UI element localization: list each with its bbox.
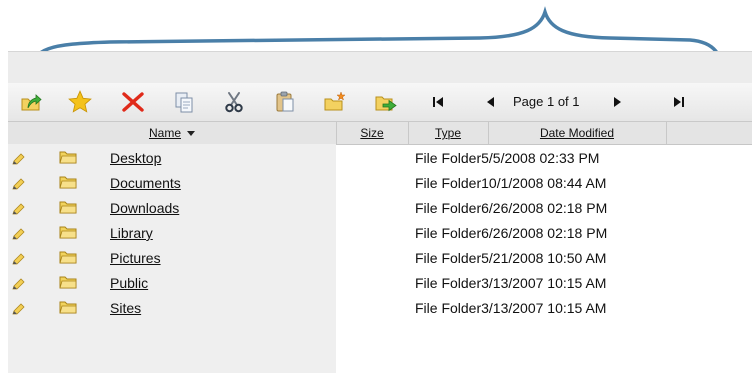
page-indicator: Page 1 of 1 <box>513 94 580 109</box>
file-row[interactable]: Public File Folder3/13/2007 10:15 AM <box>8 271 752 296</box>
file-name-link[interactable]: Desktop <box>110 150 161 166</box>
file-type-date: File Folder3/13/2007 10:15 AM <box>415 300 607 316</box>
folder-icon <box>59 174 77 194</box>
delete-x-icon <box>122 92 144 112</box>
folder-icon <box>59 199 77 219</box>
file-type-date: File Folder5/21/2008 10:50 AM <box>415 250 607 266</box>
file-row[interactable]: Documents File Folder10/1/2008 08:44 AM <box>8 171 752 196</box>
rename-pencil-icon[interactable] <box>12 152 26 170</box>
move-icon <box>375 96 397 112</box>
rename-pencil-icon[interactable] <box>12 227 26 245</box>
scissors-icon <box>225 92 243 113</box>
column-header-date-label: Date Modified <box>539 126 615 140</box>
folder-icon <box>59 299 77 319</box>
sort-descending-icon <box>187 131 195 137</box>
rename-pencil-icon[interactable] <box>12 177 26 195</box>
file-name-link[interactable]: Documents <box>110 175 181 191</box>
folder-icon <box>59 249 77 269</box>
rename-pencil-icon[interactable] <box>12 202 26 220</box>
file-type-date: File Folder6/26/2008 02:18 PM <box>415 200 608 216</box>
file-type-date: File Folder5/5/2008 02:33 PM <box>415 150 600 166</box>
file-list: Desktop File Folder5/5/2008 02:33 PM Doc… <box>8 146 752 321</box>
rename-pencil-icon[interactable] <box>12 277 26 295</box>
file-row[interactable]: Library File Folder6/26/2008 02:18 PM <box>8 221 752 246</box>
new-folder-button[interactable] <box>320 87 350 117</box>
column-header-row: Name Size Type Date Modified <box>8 122 752 145</box>
delete-button[interactable] <box>118 87 148 117</box>
column-header-type[interactable]: Type <box>408 122 489 144</box>
file-name-link[interactable]: Public <box>110 275 148 291</box>
file-name-link[interactable]: Downloads <box>110 200 179 216</box>
cut-button[interactable] <box>219 87 249 117</box>
move-button[interactable] <box>371 87 401 117</box>
star-icon <box>68 90 92 113</box>
last-page-icon <box>674 97 684 107</box>
first-page-button[interactable] <box>423 87 453 117</box>
prev-page-icon <box>487 97 494 107</box>
folder-up-button[interactable] <box>16 87 46 117</box>
copy-button[interactable] <box>169 87 199 117</box>
file-type-date: File Folder10/1/2008 08:44 AM <box>415 175 607 191</box>
rename-pencil-icon[interactable] <box>12 252 26 270</box>
new-folder-icon <box>324 91 346 111</box>
column-header-date-modified[interactable]: Date Modified <box>488 122 667 144</box>
file-row[interactable]: Downloads File Folder6/26/2008 02:18 PM <box>8 196 752 221</box>
prev-page-button[interactable] <box>475 87 505 117</box>
column-header-name[interactable]: Name <box>8 122 337 144</box>
file-type-date: File Folder3/13/2007 10:15 AM <box>415 275 607 291</box>
folder-icon <box>59 224 77 244</box>
file-name-link[interactable]: Sites <box>110 300 141 316</box>
rename-pencil-icon[interactable] <box>12 302 26 320</box>
paste-button[interactable] <box>270 87 300 117</box>
column-header-name-label: Name <box>148 126 181 140</box>
toolbar: Page 1 of 1 <box>8 83 752 122</box>
favorite-button[interactable] <box>65 87 95 117</box>
column-header-type-label: Type <box>434 126 461 140</box>
file-row[interactable]: Sites File Folder3/13/2007 10:15 AM <box>8 296 752 321</box>
copy-icon <box>175 92 193 113</box>
file-name-link[interactable]: Library <box>110 225 153 241</box>
next-page-icon <box>614 97 621 107</box>
file-name-link[interactable]: Pictures <box>110 250 161 266</box>
next-page-button[interactable] <box>603 87 633 117</box>
column-header-size[interactable]: Size <box>336 122 409 144</box>
file-type-date: File Folder6/26/2008 02:18 PM <box>415 225 608 241</box>
file-row[interactable]: Pictures File Folder5/21/2008 10:50 AM <box>8 246 752 271</box>
window-header <box>8 51 752 84</box>
paste-icon <box>276 91 294 112</box>
file-row[interactable]: Desktop File Folder5/5/2008 02:33 PM <box>8 146 752 171</box>
folder-icon <box>59 149 77 169</box>
column-header-size-label: Size <box>360 126 384 140</box>
last-page-button[interactable] <box>664 87 694 117</box>
first-page-icon <box>433 97 443 107</box>
folder-up-icon <box>21 94 42 111</box>
folder-icon <box>59 274 77 294</box>
